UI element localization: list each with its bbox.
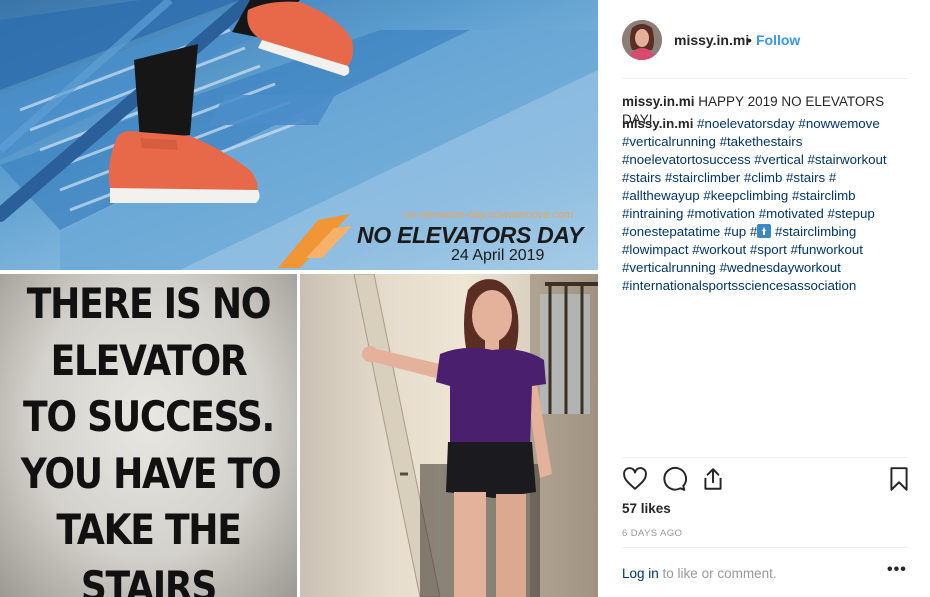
login-prompt: Log in to like or comment.	[622, 566, 777, 581]
stairwell-illustration	[353, 274, 598, 597]
caption-username[interactable]: missy.in.mi	[622, 94, 695, 109]
ned-date: 24 April 2019	[451, 247, 545, 264]
comment-username[interactable]: missy.in.mi	[622, 116, 693, 131]
login-link[interactable]: Log in	[622, 566, 659, 581]
hashtag-line[interactable]: #allthewayup #keepclimbing #stairclimb	[622, 187, 914, 205]
divider	[622, 547, 908, 548]
comment-icon[interactable]	[661, 466, 689, 494]
heart-icon[interactable]	[622, 466, 650, 494]
hashtag-line[interactable]: #noelevatortosuccess #vertical #stairwor…	[622, 151, 914, 169]
quote-poster: THERE IS NO ELEVATOR TO SUCCESS. YOU HAV…	[0, 274, 297, 597]
share-icon[interactable]	[700, 466, 728, 494]
hashtag-line[interactable]: #verticalrunning #takethestairs	[622, 133, 914, 151]
header-username[interactable]: missy.in.mi	[674, 32, 749, 48]
poster-line: YOU HAVE TO	[20, 448, 282, 498]
hashtag-line-with-emoji[interactable]: #onestepatatime #up # #stairclimbing	[622, 223, 914, 241]
post-media[interactable]: no-elevators-day.nowwemove.com NO ELEVAT…	[0, 0, 598, 597]
follow-button[interactable]: Follow	[756, 32, 800, 48]
poster-line: TO SUCCESS.	[23, 392, 275, 441]
stairwell-photo	[300, 274, 598, 597]
divider	[622, 457, 908, 458]
ned-title: NO ELEVATORS DAY	[357, 222, 584, 248]
post-header: missy.in.mi • Follow	[598, 0, 930, 78]
hashtag-line[interactable]: #noelevatorsday #nowwemove	[697, 116, 880, 131]
post-timestamp[interactable]: 6 DAYS AGO	[622, 528, 682, 539]
poster-line: THERE IS NO	[26, 279, 272, 328]
poster-line: ELEVATOR	[50, 335, 248, 385]
separator-dot: •	[747, 32, 752, 48]
divider	[622, 78, 908, 79]
poster-line: STAIRS	[80, 561, 218, 597]
poster-text: THERE IS NO ELEVATOR TO SUCCESS. YOU HAV…	[20, 276, 282, 597]
hashtag-line[interactable]: #intraining #motivation #motivated #step…	[622, 205, 914, 223]
up-arrow-emoji-icon	[757, 224, 772, 238]
hashtag-line[interactable]: #stairs #stairclimber #climb #stairs #	[622, 169, 914, 187]
login-prompt-text: to like or comment.	[658, 566, 777, 581]
avatar-photo	[622, 20, 662, 60]
bookmark-icon[interactable]	[886, 466, 914, 494]
hashtag-suffix[interactable]: #stairclimbing	[771, 224, 856, 239]
hashtag-line[interactable]: #onestepatatime #up #	[622, 224, 757, 239]
poster-line: TAKE THE	[56, 505, 242, 554]
ned-url-text: no-elevators-day.nowwemove.com	[404, 209, 574, 221]
action-bar	[622, 466, 912, 498]
hashtag-line[interactable]: #lowimpact #workout #sport #funworkout	[622, 241, 914, 259]
likes-count[interactable]: 57 likes	[622, 501, 671, 516]
more-options-button[interactable]: •••	[887, 561, 907, 579]
hashtag-comment: missy.in.mi #noelevatorsday #nowwemove #…	[622, 115, 914, 295]
avatar[interactable]	[622, 20, 662, 60]
stairs-photo: no-elevators-day.nowwemove.com NO ELEVAT…	[0, 0, 598, 270]
hashtag-line[interactable]: #verticalrunning #wednesdayworkout	[622, 259, 914, 277]
hashtag-line[interactable]: #internationalsportssciencesassociation	[622, 277, 914, 295]
post-sidebar: missy.in.mi • Follow missy.in.mi HAPPY 2…	[598, 0, 930, 597]
